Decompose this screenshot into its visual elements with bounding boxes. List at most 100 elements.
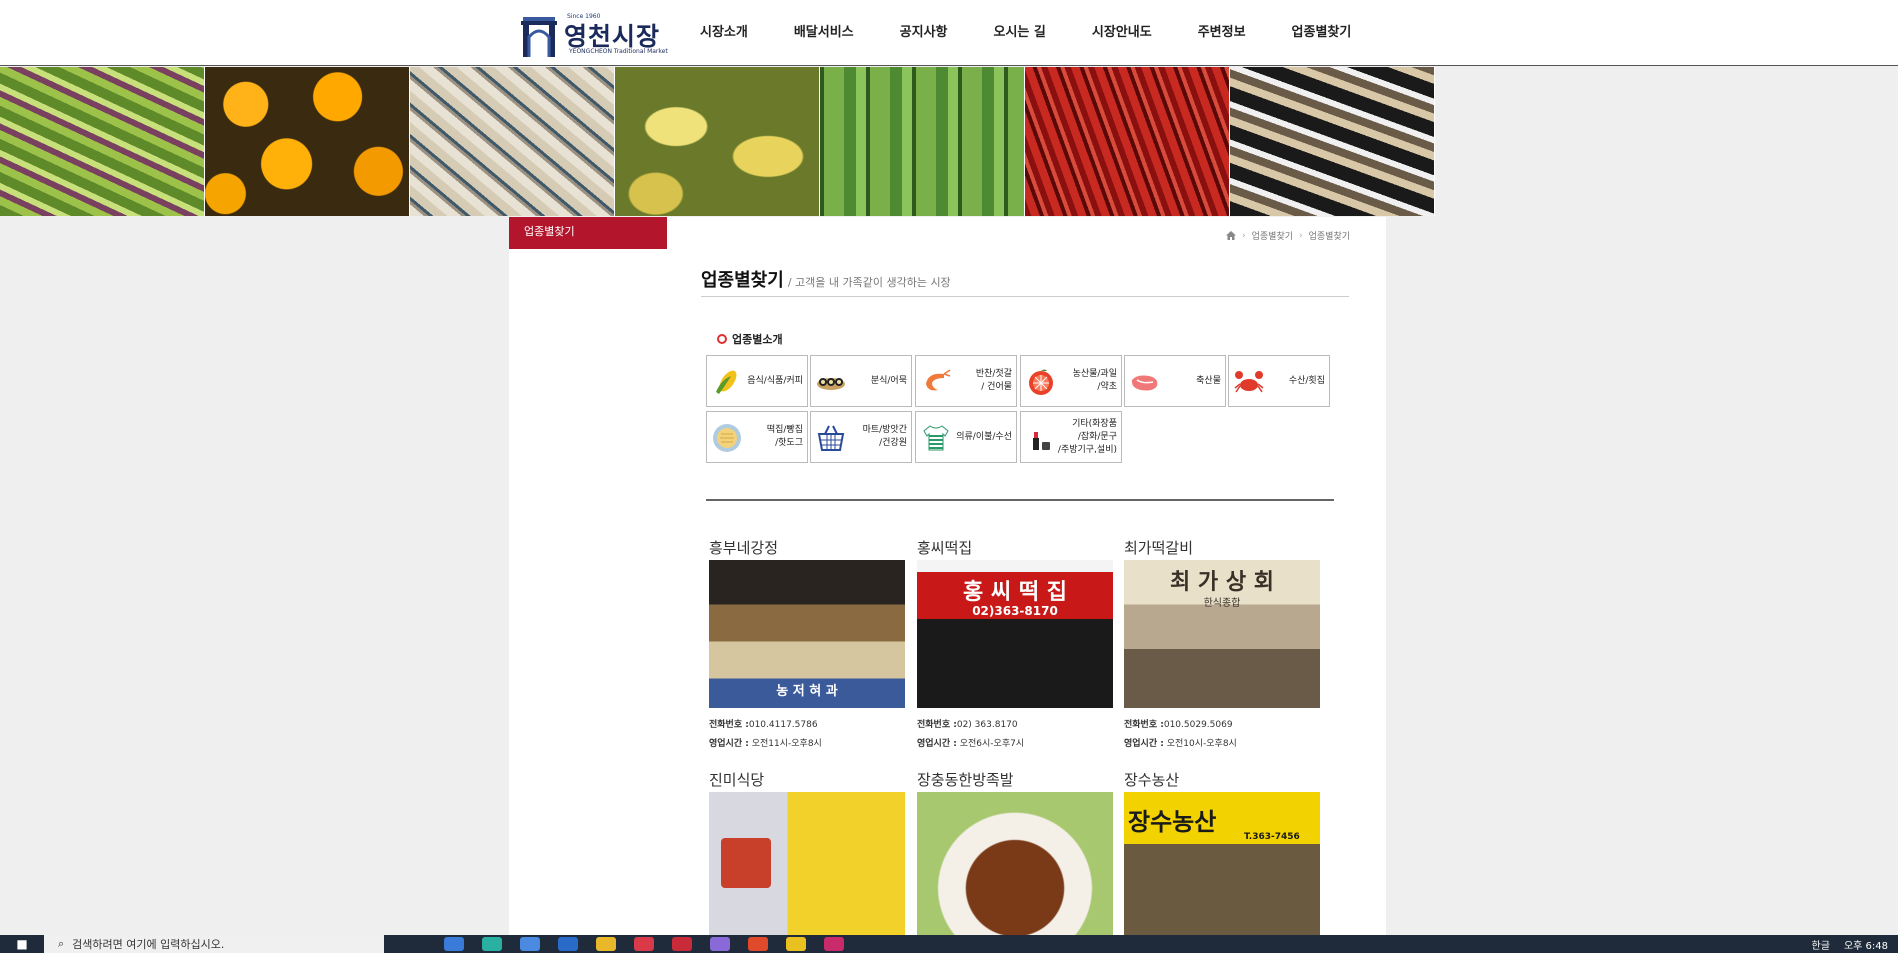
tray-language[interactable]: 한글 <box>1812 937 1830 952</box>
shop-phone: 010.5029.5069 <box>1163 720 1233 730</box>
sidebar-title[interactable]: 업종별찾기 <box>509 217 667 249</box>
shop-photo-phone: 02)363-8170 <box>972 604 1058 618</box>
os-taskbar: ■ ⌕ 검색하려면 여기에 입력하십시오. 한글 오후 6:48 <box>0 935 1898 953</box>
nav-item-category[interactable]: 업종별찾기 <box>1292 0 1352 66</box>
shop-card: 홍씨떡집 홍 씨 떡 집 02)363-8170 전화번호 :02) 363.8… <box>917 537 1113 754</box>
nav-item-directions[interactable]: 오시는 길 <box>994 0 1046 66</box>
shop-photo-sign: 최 가 상 회 <box>1170 570 1274 595</box>
banner-oranges-image <box>205 67 410 216</box>
phone-label: 전화번호 : <box>709 720 749 730</box>
shop-photo[interactable]: 장수농산 T.363-7456 <box>1124 792 1320 940</box>
page-title-bar: 업종별찾기 / 고객을 내 가족같이 생각하는 시장 <box>701 266 1349 297</box>
shop-photo[interactable]: 홍 씨 떡 집 02)363-8170 <box>917 560 1113 708</box>
shop-info: 전화번호 :010.4117.5786 영업시간 : 오전11시-오후8시 <box>709 716 905 754</box>
hero-banner <box>0 67 1435 216</box>
shop-name[interactable]: 장수농산 <box>1124 769 1320 791</box>
app-icon[interactable] <box>824 937 844 951</box>
store-icon[interactable] <box>520 937 540 951</box>
logo-subtitle: YEONGCHEON Traditional Market <box>569 48 668 55</box>
category-label: 축산물 <box>1196 375 1221 386</box>
crab-icon <box>1234 371 1264 393</box>
system-tray: 한글 오후 6:48 <box>1812 935 1888 953</box>
category-label: 떡집/빵집 /핫도그 <box>766 425 803 448</box>
shop-photo[interactable]: 농 저 혀 과 <box>709 560 905 708</box>
site-logo[interactable]: Since 1960 영천시장 YEONGCHEON Traditional M… <box>519 11 671 59</box>
nav-item-intro[interactable]: 시장소개 <box>700 0 748 66</box>
category-label: 반찬/젓갈 / 건어물 <box>975 369 1012 392</box>
page-subtitle: / 고객을 내 가족같이 생각하는 시장 <box>787 276 951 289</box>
category-clothing[interactable]: 의류/이불/수선 <box>915 411 1017 463</box>
shop-hours: 오전10시-오후8시 <box>1166 739 1237 749</box>
shop-phone: 010.4117.5786 <box>748 720 818 730</box>
tray-clock[interactable]: 오후 6:48 <box>1844 937 1888 952</box>
chrome-icon[interactable] <box>748 937 768 951</box>
category-label: 음식/식품/커피 <box>747 375 803 386</box>
breadcrumb-item[interactable]: 업종별찾기 <box>1252 229 1293 242</box>
banner-vegetables-image <box>0 67 205 216</box>
nav-item-notice[interactable]: 공지사항 <box>900 0 948 66</box>
app-icon[interactable] <box>710 937 730 951</box>
section-label-text: 업종별소개 <box>732 333 783 346</box>
bread-icon <box>713 424 741 452</box>
home-icon[interactable] <box>1226 231 1236 240</box>
breadcrumb-separator: › <box>1299 230 1303 241</box>
phone-label: 전화번호 : <box>1124 720 1164 730</box>
basket-icon <box>817 425 845 451</box>
mail-icon[interactable] <box>558 937 578 951</box>
shop-phone: 02) 363.8170 <box>956 720 1018 730</box>
edge-icon[interactable] <box>482 937 502 951</box>
shop-info: 전화번호 :02) 363.8170 영업시간 : 오전6시-오후7시 <box>917 716 1113 754</box>
category-etc[interactable]: 기타(화장품 /잡화/문구 /주방기구,설비) <box>1020 411 1122 463</box>
category-snack[interactable]: 분식/어묵 <box>810 355 912 407</box>
page-title: 업종별찾기 <box>701 270 784 291</box>
shop-name[interactable]: 진미식당 <box>709 769 905 791</box>
shop-name[interactable]: 장충동한방족발 <box>917 769 1113 791</box>
app-icon[interactable] <box>634 937 654 951</box>
folder-icon[interactable] <box>596 937 616 951</box>
shop-name[interactable]: 최가떡갈비 <box>1124 537 1320 559</box>
category-seafood[interactable]: 수산/횟집 <box>1228 355 1330 407</box>
hours-label: 영업시간 : <box>917 739 957 749</box>
main-nav: 시장소개 배달서비스 공지사항 오시는 길 시장안내도 주변정보 업종별찾기 <box>700 0 1397 66</box>
shop-photo-sign: 장수농산 <box>1128 808 1217 836</box>
site-header: Since 1960 영천시장 YEONGCHEON Traditional M… <box>0 0 1898 66</box>
phone-label: 전화번호 : <box>917 720 957 730</box>
shop-hours: 오전6시-오후7시 <box>959 739 1025 749</box>
grapefruit-icon <box>1029 369 1053 395</box>
nav-item-delivery[interactable]: 배달서비스 <box>794 0 854 66</box>
windows-start-icon[interactable]: ■ <box>0 935 44 953</box>
shop-photo[interactable]: 최 가 상 회 한식종합 <box>1124 560 1320 708</box>
nav-item-nearby[interactable]: 주변정보 <box>1198 0 1246 66</box>
gate-logo-icon <box>521 17 557 57</box>
banner-fritters-image <box>615 67 820 216</box>
nav-item-map[interactable]: 시장안내도 <box>1092 0 1152 66</box>
taskview-icon[interactable] <box>444 937 464 951</box>
shop-card: 장수농산 장수농산 T.363-7456 <box>1124 769 1320 940</box>
shop-photo[interactable] <box>709 792 905 940</box>
category-food[interactable]: 음식/식품/커피 <box>706 355 808 407</box>
shop-card: 흥부네강정 농 저 혀 과 전화번호 :010.4117.5786 영업시간 :… <box>709 537 905 754</box>
category-bakery[interactable]: 떡집/빵집 /핫도그 <box>706 411 808 463</box>
app-icon[interactable] <box>786 937 806 951</box>
category-meat[interactable]: 축산물 <box>1124 355 1226 407</box>
taskbar-search-input[interactable]: ⌕ 검색하려면 여기에 입력하십시오. <box>44 935 384 953</box>
meat-icon <box>1131 375 1158 391</box>
gimbap-icon <box>817 378 845 390</box>
shirt-icon <box>923 425 949 451</box>
taskbar-apps <box>444 937 844 951</box>
shop-name[interactable]: 홍씨떡집 <box>917 537 1113 559</box>
breadcrumb: › 업종별찾기 › 업종별찾기 <box>1226 229 1350 242</box>
breadcrumb-item-current: 업종별찾기 <box>1308 232 1351 242</box>
category-label: 의류/이불/수선 <box>956 431 1012 442</box>
shop-photo[interactable] <box>917 792 1113 940</box>
eel-dish-image <box>721 838 771 888</box>
category-produce[interactable]: 농산물/과일 /약초 <box>1020 355 1122 407</box>
banner-peppers-image <box>1025 67 1230 216</box>
section-divider <box>706 499 1334 501</box>
app-icon[interactable] <box>672 937 692 951</box>
category-mart[interactable]: 마트/방앗간 /건강원 <box>810 411 912 463</box>
shop-name[interactable]: 흥부네강정 <box>709 537 905 559</box>
search-icon: ⌕ <box>58 937 65 950</box>
category-sidedish[interactable]: 반찬/젓갈 / 건어물 <box>915 355 1017 407</box>
hours-label: 영업시간 : <box>709 739 749 749</box>
